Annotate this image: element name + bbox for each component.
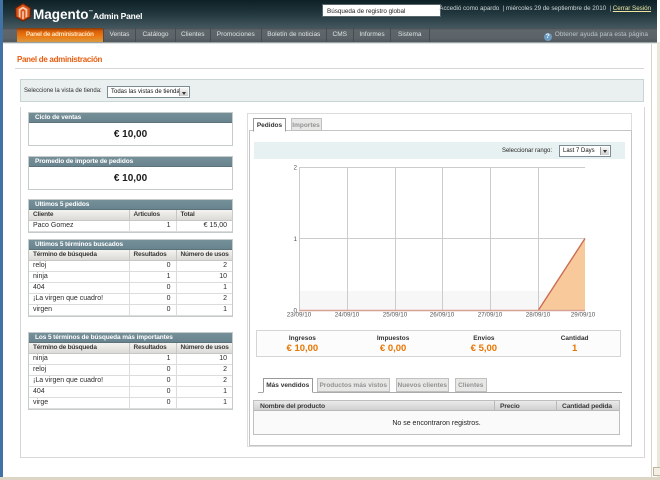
svg-text:27/09/10: 27/09/10 [478, 312, 503, 319]
svg-text:29/09/10: 29/09/10 [571, 312, 596, 319]
svg-text:26/09/10: 26/09/10 [430, 312, 455, 319]
svg-text:24/09/10: 24/09/10 [335, 312, 360, 319]
svg-text:1: 1 [293, 236, 297, 243]
svg-text:23/09/10: 23/09/10 [287, 312, 312, 319]
svg-text:25/09/10: 25/09/10 [383, 312, 408, 319]
svg-text:28/09/10: 28/09/10 [526, 312, 551, 319]
svg-text:2: 2 [293, 165, 297, 172]
